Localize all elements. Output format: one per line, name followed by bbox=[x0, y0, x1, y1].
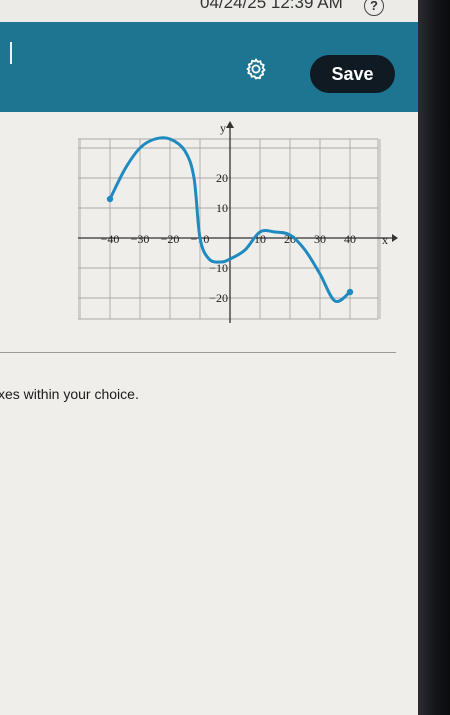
save-button[interactable]: Save bbox=[310, 55, 395, 93]
instruction-text: xes within your choice. bbox=[0, 386, 139, 402]
y-tick-label: 20 bbox=[216, 171, 228, 185]
status-datetime: 04/24/25 12:39 AM bbox=[200, 0, 343, 12]
x-tick-label: −20 bbox=[161, 232, 180, 246]
gear-icon[interactable] bbox=[244, 57, 268, 81]
x-tick-label: 30 bbox=[314, 232, 326, 246]
status-strip: 04/24/25 12:39 AM ? bbox=[0, 0, 418, 22]
help-icon[interactable]: ? bbox=[364, 0, 384, 16]
x-axis-arrow bbox=[392, 234, 398, 242]
x-axis-label: x bbox=[382, 233, 388, 247]
y-tick-label: 10 bbox=[216, 201, 228, 215]
graph-grid bbox=[78, 138, 381, 320]
x-tick-label: −40 bbox=[101, 232, 120, 246]
y-tick-label: −20 bbox=[209, 291, 228, 305]
curve-end-point bbox=[346, 288, 354, 296]
function-graph: x y −40 −30 −20 −10 10 20 30 402010−10−20 bbox=[78, 121, 398, 323]
curve-start-point bbox=[106, 195, 114, 203]
toolbar: Save bbox=[0, 22, 418, 112]
x-tick-label: −30 bbox=[131, 232, 150, 246]
toolbar-tick bbox=[10, 42, 12, 64]
graph-border bbox=[78, 138, 379, 320]
y-axis-arrow bbox=[226, 121, 234, 128]
section-divider bbox=[0, 352, 396, 353]
x-tick-label: 40 bbox=[344, 232, 356, 246]
device-bezel bbox=[418, 0, 450, 715]
app-screen: 04/24/25 12:39 AM ? Save x y −40 −30 −20 −1… bbox=[0, 0, 418, 715]
y-axis-label: y bbox=[220, 121, 226, 135]
